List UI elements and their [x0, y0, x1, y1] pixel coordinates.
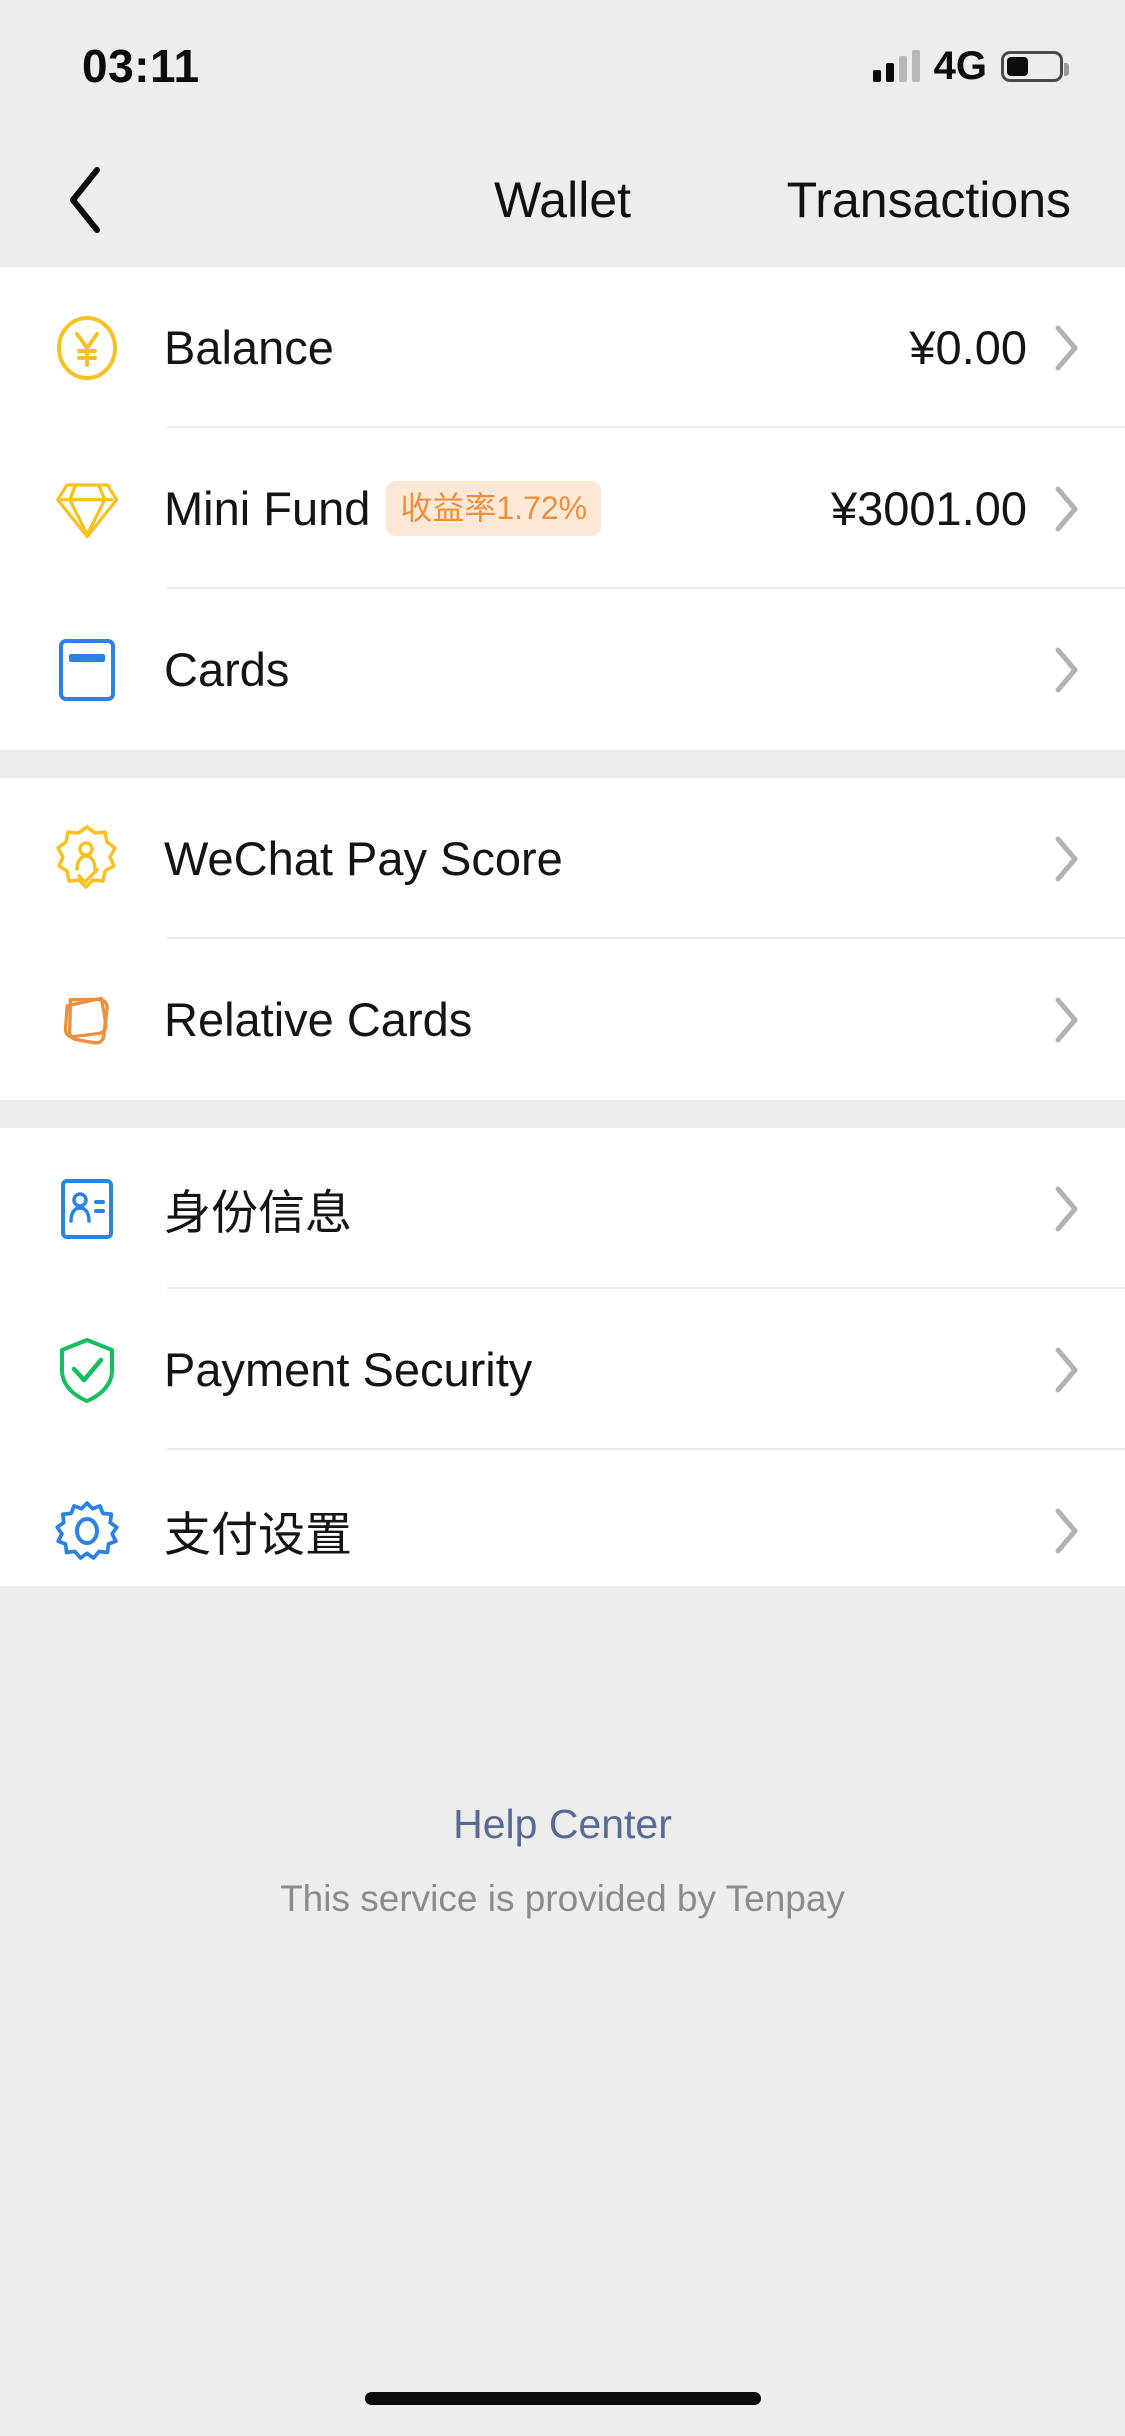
chevron-right-icon: [1049, 325, 1085, 371]
yuan-coin-icon: [48, 309, 126, 387]
id-card-icon: [48, 1170, 126, 1248]
wallet-services-group: WeChat Pay Score Relative Cards: [0, 778, 1125, 1100]
chevron-right-icon: [1049, 647, 1085, 693]
diamond-icon: [48, 470, 126, 548]
yield-rate-badge: 收益率1.72%: [386, 481, 602, 536]
status-bar: 03:11 4G: [0, 0, 1125, 132]
section-gap: [0, 1100, 1125, 1128]
chevron-right-icon: [1049, 836, 1085, 882]
help-center-link[interactable]: Help Center: [453, 1801, 672, 1848]
shield-check-icon: [48, 1331, 126, 1409]
list-item-cards[interactable]: Cards: [0, 589, 1125, 750]
list-item-label: Cards: [164, 643, 290, 696]
list-item-label: 支付设置: [164, 1508, 352, 1561]
home-indicator[interactable]: [364, 2392, 761, 2405]
list-item-label: 身份信息: [164, 1186, 352, 1239]
wallet-screen: 03:11 4G Wallet Transactions Balance ¥0.…: [0, 0, 1125, 2436]
chevron-right-icon: [1049, 486, 1085, 532]
status-indicators: 4G: [872, 43, 1069, 89]
wallet-asset-group: Balance ¥0.00 Mini Fund 收益率1.72% ¥3001.0…: [0, 267, 1125, 750]
list-item-label: Relative Cards: [164, 993, 473, 1046]
list-item-mini-fund[interactable]: Mini Fund 收益率1.72% ¥3001.00: [0, 428, 1125, 589]
wallet-settings-group: 身份信息 Payment Security 支付设置: [0, 1128, 1125, 1611]
signal-strength-icon: [872, 50, 920, 82]
bank-card-icon: [48, 631, 126, 709]
pay-score-badge-icon: [48, 820, 126, 898]
list-item-label: Mini Fund: [164, 482, 371, 535]
back-button[interactable]: [40, 155, 130, 245]
transactions-button[interactable]: Transactions: [787, 171, 1085, 229]
list-item-label: WeChat Pay Score: [164, 832, 563, 885]
service-provider-note: This service is provided by Tenpay: [280, 1878, 845, 1919]
list-item-label: Balance: [164, 321, 334, 374]
list-item-label: Payment Security: [164, 1343, 533, 1396]
chevron-right-icon: [1049, 1186, 1085, 1232]
network-type-label: 4G: [933, 43, 987, 88]
chevron-right-icon: [1049, 997, 1085, 1043]
section-gap: [0, 750, 1125, 778]
chevron-right-icon: [1049, 1347, 1085, 1393]
mini-fund-amount: ¥3001.00: [830, 482, 1027, 535]
list-item-balance[interactable]: Balance ¥0.00: [0, 267, 1125, 428]
list-item-relative-cards[interactable]: Relative Cards: [0, 939, 1125, 1100]
list-item-payment-security[interactable]: Payment Security: [0, 1289, 1125, 1450]
footer-area: Help Center This service is provided by …: [0, 1586, 1125, 2436]
navigation-bar: Wallet Transactions: [0, 132, 1125, 267]
gear-icon: [48, 1492, 126, 1570]
list-item-wechat-pay-score[interactable]: WeChat Pay Score: [0, 778, 1125, 939]
chevron-right-icon: [1049, 1508, 1085, 1554]
status-time: 03:11: [82, 40, 200, 92]
balance-amount: ¥0.00: [909, 321, 1027, 374]
list-item-identity-info[interactable]: 身份信息: [0, 1128, 1125, 1289]
battery-icon: [1001, 50, 1069, 82]
chevron-left-icon: [70, 166, 100, 233]
relative-cards-icon: [48, 981, 126, 1059]
